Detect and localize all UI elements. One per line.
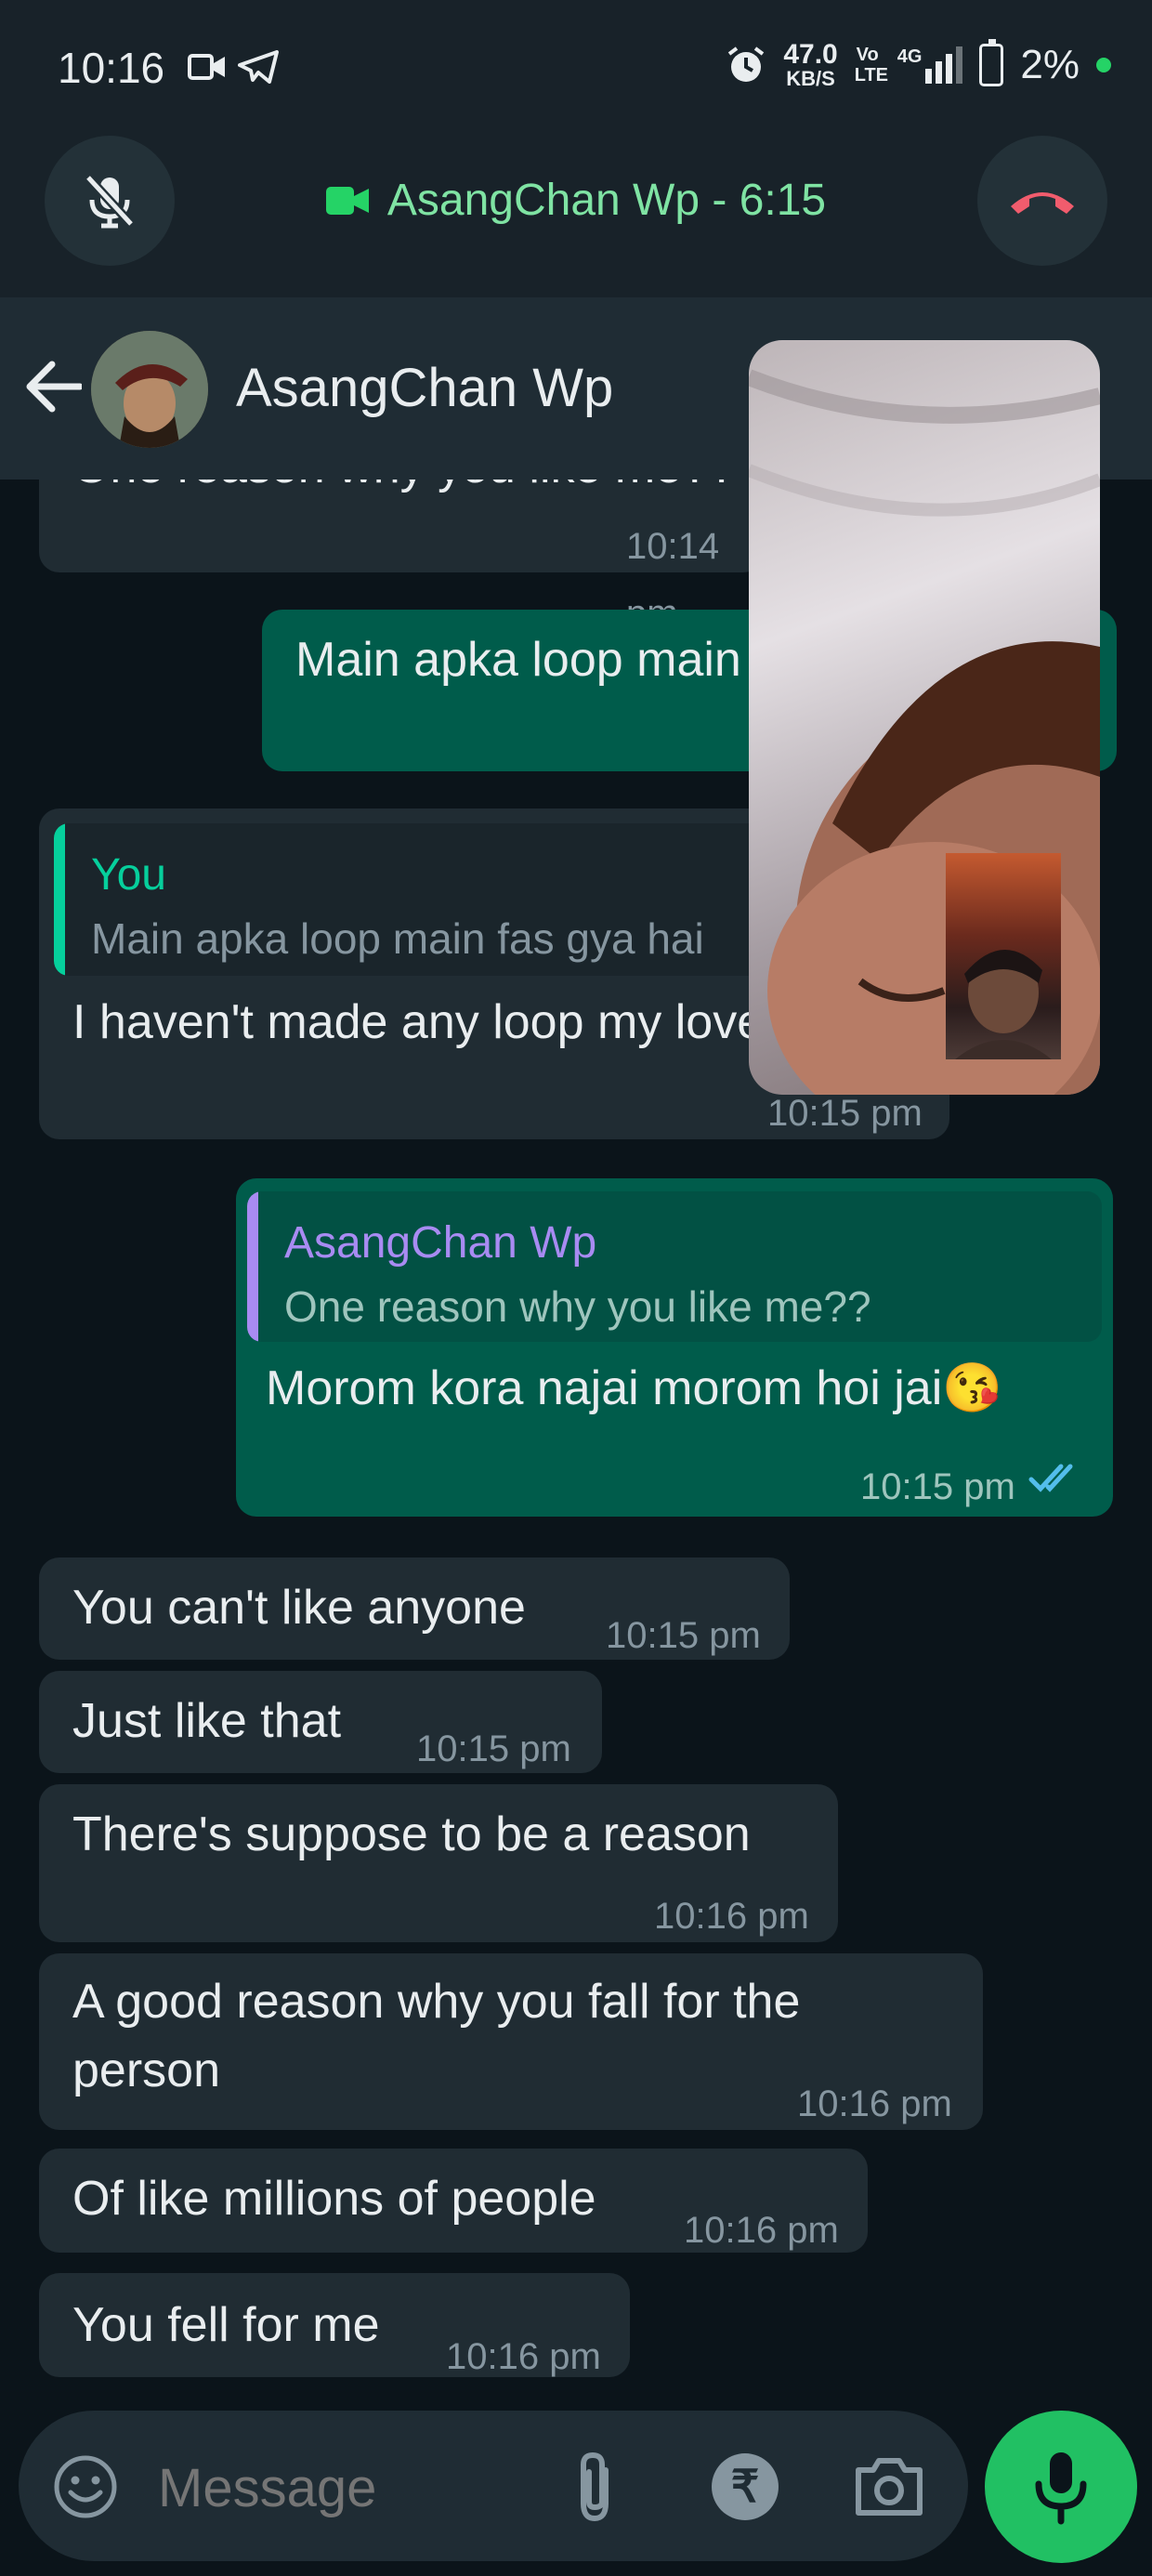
back-arrow-icon[interactable] (24, 361, 82, 413)
volte-label: Vo LTE (854, 45, 889, 85)
message-outgoing-reply[interactable]: AsangChan Wp One reason why you like me?… (236, 1178, 1113, 1517)
message-text: There's suppose to be a reason (72, 1807, 751, 1861)
message-text-line2: person (72, 2044, 220, 2097)
message-text: One reason why you like me?? (72, 480, 736, 500)
message-incoming[interactable]: One reason why you like me?? 10:14 pm (39, 480, 764, 634)
self-video-pip[interactable] (946, 853, 1061, 1059)
battery-percent: 2% (1020, 42, 1080, 87)
contact-name[interactable]: AsangChan Wp (236, 357, 613, 419)
message-text: You can't like anyone (72, 1581, 526, 1635)
message-incoming[interactable]: You can't like anyone 10:15 pm (39, 1557, 790, 1660)
voice-message-button[interactable] (985, 2411, 1137, 2563)
call-end-icon (1011, 192, 1074, 214)
video-call-preview[interactable] (749, 340, 1100, 1095)
kiss-emoji: 😘 (942, 1361, 1003, 1415)
quote-author: You (91, 850, 166, 900)
telegram-icon (238, 50, 279, 84)
end-call-button[interactable] (977, 136, 1107, 266)
microphone-icon (1035, 2452, 1087, 2525)
net-speed: 47.0 KB/S (783, 39, 838, 90)
message-incoming[interactable]: A good reason why you fall for the perso… (39, 1953, 983, 2130)
message-text: I haven't made any loop my love (72, 995, 765, 1049)
quoted-message[interactable]: AsangChan Wp One reason why you like me?… (247, 1191, 1102, 1342)
clock: 10:16 (58, 44, 165, 92)
message-time: 10:15 pm (860, 1466, 1015, 1507)
message-time: 10:16 pm (684, 2210, 839, 2251)
message-incoming[interactable]: There's suppose to be a reason 10:16 pm (39, 1784, 838, 1942)
video-record-icon (188, 54, 225, 80)
rupee-icon: ₹ (730, 2463, 760, 2512)
message-time: 10:15 pm (606, 1615, 761, 1656)
message-incoming[interactable]: Of like millions of people 10:16 pm (39, 2149, 868, 2253)
message-text: Morom kora najai morom hoi jai😘 (266, 1361, 1003, 1415)
signal-icon: 4G (897, 46, 963, 84)
camera-icon[interactable] (853, 2451, 925, 2518)
video-call-icon (325, 186, 369, 215)
emoji-icon[interactable] (52, 2453, 119, 2520)
read-receipt-icon (1028, 1464, 1073, 1492)
quote-bar (247, 1191, 258, 1342)
avatar-image (91, 331, 208, 448)
self-video-image (955, 949, 1052, 1059)
message-text: You fell for me (72, 2298, 380, 2352)
message-input[interactable] (158, 2455, 548, 2520)
status-bar: 10:16 47.0 KB/S Vo LTE 4G 2% (0, 0, 1152, 139)
message-incoming[interactable]: You fell for me 10:16 pm (39, 2273, 630, 2377)
alarm-icon (728, 46, 765, 82)
status-icons: 47.0 KB/S Vo LTE 4G 2% (726, 39, 1111, 90)
message-incoming[interactable]: Just like that 10:15 pm (39, 1671, 602, 1773)
payment-button[interactable]: ₹ (712, 2453, 779, 2520)
privacy-dot (1096, 58, 1111, 72)
message-time: 10:16 pm (446, 2336, 601, 2377)
quote-text: Main apka loop main fas gya hai (91, 914, 704, 963)
message-text: Of like millions of people (72, 2172, 596, 2226)
message-time: 10:16 pm (797, 2083, 952, 2124)
quote-bar (54, 823, 65, 976)
message-text: Just like that (72, 1694, 342, 1748)
call-title-text: AsangChan Wp - 6:15 (386, 176, 827, 225)
message-time: 10:16 pm (654, 1896, 809, 1937)
attach-icon[interactable] (569, 2450, 621, 2524)
quote-author: AsangChan Wp (284, 1218, 597, 1268)
quote-text: One reason why you like me?? (284, 1282, 871, 1331)
message-time: 10:15 pm (416, 1728, 571, 1769)
message-text: A good reason why you fall for the (72, 1975, 801, 2029)
battery-icon (979, 39, 1004, 86)
avatar[interactable] (91, 331, 208, 448)
